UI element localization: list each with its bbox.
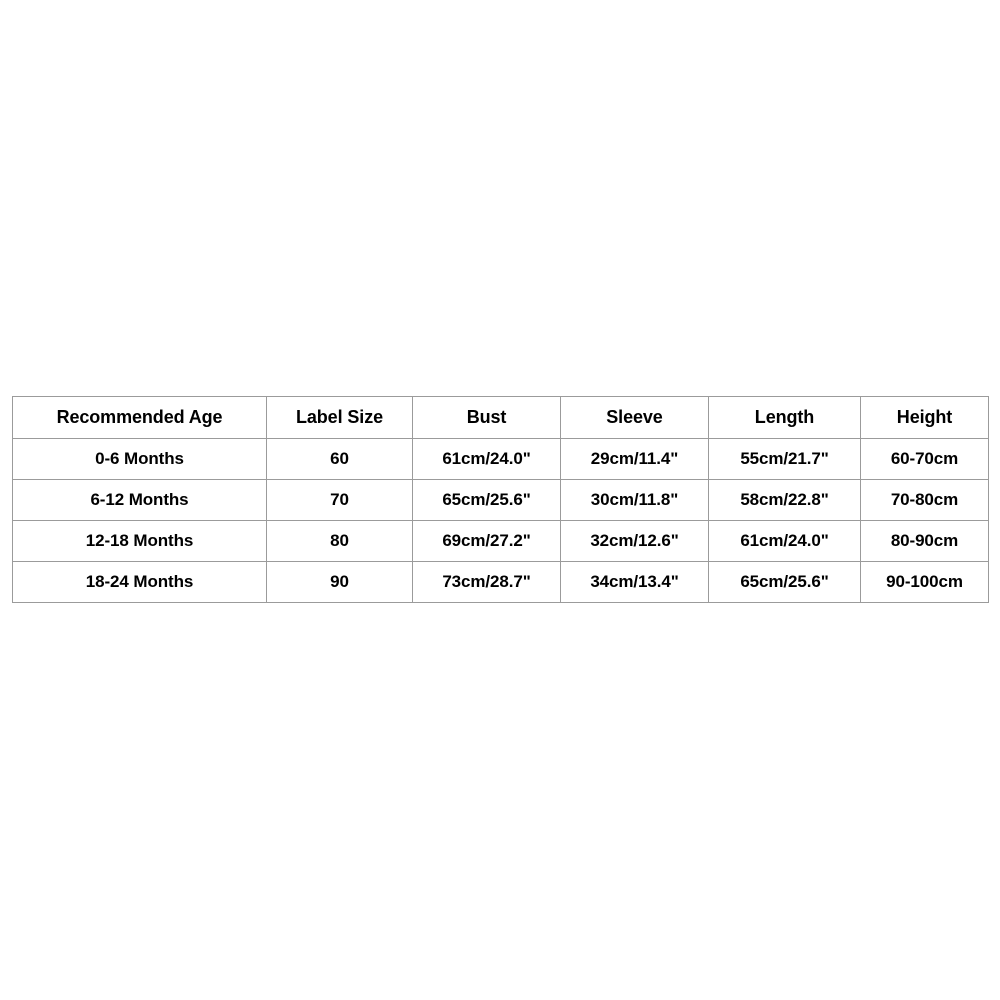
cell-label-size: 80 xyxy=(266,520,413,562)
cell-sleeve: 34cm/13.4" xyxy=(560,561,709,603)
cell-length: 65cm/25.6" xyxy=(708,561,861,603)
cell-label-size: 90 xyxy=(266,561,413,603)
table-row: 12-18 Months 80 69cm/27.2" 32cm/12.6" 61… xyxy=(12,520,989,562)
cell-label-size: 60 xyxy=(266,438,413,480)
column-header-label-size: Label Size xyxy=(266,396,413,439)
cell-height: 90-100cm xyxy=(860,561,989,603)
size-chart-table: Recommended Age Label Size Bust Sleeve L… xyxy=(12,396,989,603)
cell-bust: 61cm/24.0" xyxy=(412,438,561,480)
cell-sleeve: 32cm/12.6" xyxy=(560,520,709,562)
cell-sleeve: 30cm/11.8" xyxy=(560,479,709,521)
table-header: Recommended Age Label Size Bust Sleeve L… xyxy=(12,396,989,439)
cell-height: 80-90cm xyxy=(860,520,989,562)
table-body: 0-6 Months 60 61cm/24.0" 29cm/11.4" 55cm… xyxy=(12,438,989,603)
cell-bust: 73cm/28.7" xyxy=(412,561,561,603)
cell-length: 55cm/21.7" xyxy=(708,438,861,480)
page-canvas: Recommended Age Label Size Bust Sleeve L… xyxy=(0,0,1000,1000)
column-header-sleeve: Sleeve xyxy=(560,396,709,439)
cell-bust: 69cm/27.2" xyxy=(412,520,561,562)
table-row: 6-12 Months 70 65cm/25.6" 30cm/11.8" 58c… xyxy=(12,479,989,521)
cell-sleeve: 29cm/11.4" xyxy=(560,438,709,480)
cell-recommended-age: 12-18 Months xyxy=(12,520,267,562)
cell-length: 58cm/22.8" xyxy=(708,479,861,521)
column-header-recommended-age: Recommended Age xyxy=(12,396,267,439)
cell-height: 60-70cm xyxy=(860,438,989,480)
column-header-height: Height xyxy=(860,396,989,439)
table-row: 0-6 Months 60 61cm/24.0" 29cm/11.4" 55cm… xyxy=(12,438,989,480)
cell-length: 61cm/24.0" xyxy=(708,520,861,562)
cell-bust: 65cm/25.6" xyxy=(412,479,561,521)
column-header-length: Length xyxy=(708,396,861,439)
cell-height: 70-80cm xyxy=(860,479,989,521)
table-row: 18-24 Months 90 73cm/28.7" 34cm/13.4" 65… xyxy=(12,561,989,603)
cell-recommended-age: 6-12 Months xyxy=(12,479,267,521)
table-header-row: Recommended Age Label Size Bust Sleeve L… xyxy=(12,396,989,439)
size-chart-container: Recommended Age Label Size Bust Sleeve L… xyxy=(12,396,989,603)
cell-label-size: 70 xyxy=(266,479,413,521)
cell-recommended-age: 0-6 Months xyxy=(12,438,267,480)
column-header-bust: Bust xyxy=(412,396,561,439)
cell-recommended-age: 18-24 Months xyxy=(12,561,267,603)
